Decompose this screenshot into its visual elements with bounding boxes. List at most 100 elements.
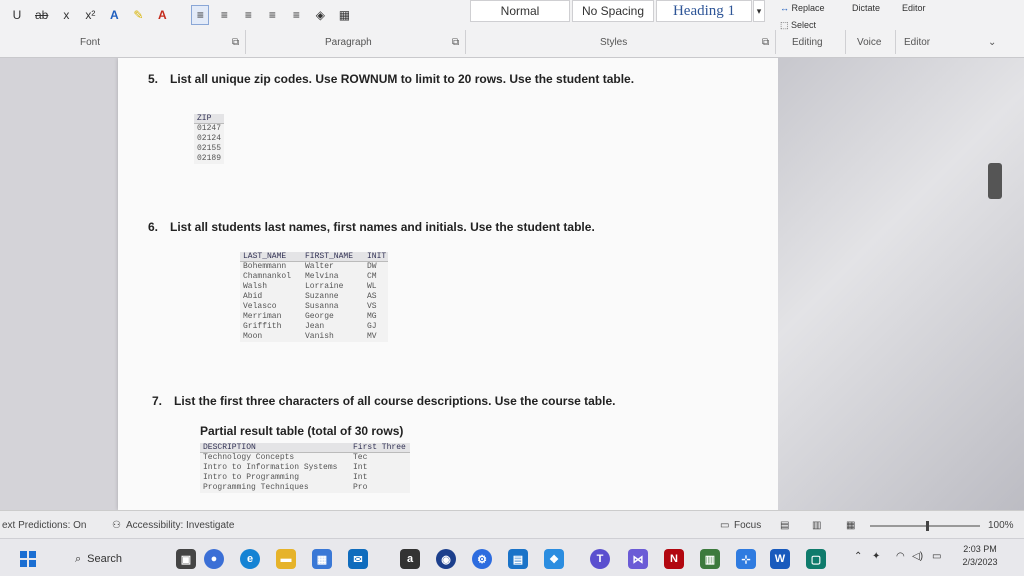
group-styles-label: Styles bbox=[600, 37, 628, 48]
align-right-button[interactable]: ≡ bbox=[239, 5, 257, 25]
paragraph-launcher-icon[interactable]: ⧉ bbox=[452, 37, 459, 48]
table-cell: GJ bbox=[367, 322, 377, 331]
align-left-button[interactable]: ≡ bbox=[191, 5, 210, 25]
settings-gear-icon[interactable]: ⚙ bbox=[472, 549, 492, 569]
editor-button[interactable]: Editor bbox=[902, 3, 926, 13]
select-button[interactable]: ⬚ Select bbox=[780, 20, 816, 31]
battery-icon[interactable]: ▭ bbox=[932, 551, 941, 562]
accessibility-icon[interactable]: ⚇ bbox=[112, 520, 121, 531]
table-cell: Tec bbox=[353, 453, 368, 462]
app-icon[interactable]: ▢ bbox=[806, 549, 826, 569]
chevron-up-icon[interactable]: ⌃ bbox=[854, 551, 862, 562]
table-cell: Moon bbox=[243, 332, 263, 341]
table-row: Bohemmann Walter DW bbox=[240, 262, 388, 272]
highlight-icon[interactable]: ✎ bbox=[129, 5, 147, 25]
document-page[interactable]: 5. List all unique zip codes. Use ROWNUM … bbox=[118, 58, 778, 510]
task-view-icon[interactable]: ▣ bbox=[176, 549, 196, 569]
table-cell: Programming Techniques bbox=[203, 483, 309, 492]
edge-icon[interactable]: e bbox=[240, 549, 260, 569]
taskbar-search[interactable]: ⌕ Search bbox=[75, 550, 165, 568]
question-6: 6. List all students last names, first na… bbox=[148, 220, 595, 234]
amazon-icon[interactable]: a bbox=[400, 549, 420, 569]
align-center-button[interactable]: ≡ bbox=[215, 5, 233, 25]
taskbar-clock[interactable]: 2:03 PM 2/3/2023 bbox=[950, 543, 1010, 569]
font-launcher-icon[interactable]: ⧉ bbox=[232, 37, 239, 48]
line-spacing-button[interactable]: ≡ bbox=[287, 5, 305, 25]
underline-button[interactable]: U bbox=[8, 5, 26, 25]
volume-icon[interactable]: ◁) bbox=[912, 551, 923, 562]
calendar-icon[interactable]: ▤ bbox=[508, 549, 528, 569]
replace-button[interactable]: ↔ Replace bbox=[780, 3, 825, 13]
print-layout-icon[interactable]: ▥ bbox=[812, 520, 821, 531]
read-mode-icon[interactable]: ▤ bbox=[780, 520, 789, 531]
photos-icon[interactable]: ❖ bbox=[544, 549, 564, 569]
visual-studio-icon[interactable]: ⋈ bbox=[628, 549, 648, 569]
chat-icon[interactable]: ● bbox=[204, 549, 224, 569]
tray-app-icon[interactable]: ✦ bbox=[872, 551, 880, 562]
dictate-button[interactable]: Dictate bbox=[852, 3, 880, 13]
windows-start-icon[interactable] bbox=[20, 551, 36, 567]
accessibility-status[interactable]: Accessibility: Investigate bbox=[126, 520, 234, 531]
style-no-spacing[interactable]: No Spacing bbox=[572, 0, 654, 22]
vertical-scrollbar-thumb[interactable] bbox=[988, 163, 1002, 199]
column-header: FIRST_NAME bbox=[305, 252, 354, 261]
table-cell: Lorraine bbox=[305, 282, 344, 291]
table-cell: Intro to Information Systems bbox=[203, 463, 338, 472]
table-cell: 01247 bbox=[197, 124, 222, 133]
netflix-icon[interactable]: N bbox=[664, 549, 684, 569]
zoom-level[interactable]: 100% bbox=[988, 520, 1014, 531]
text-effects-button[interactable]: A bbox=[105, 5, 123, 25]
table-row: Technology Concepts Tec bbox=[200, 453, 410, 463]
table-cell: Abid bbox=[243, 292, 263, 301]
text-predictions-status[interactable]: ext Predictions: On bbox=[2, 520, 86, 531]
mail-icon[interactable]: ✉ bbox=[348, 549, 368, 569]
table-cell: Velasco bbox=[243, 302, 277, 311]
divider bbox=[845, 30, 846, 54]
search-label: Search bbox=[87, 553, 123, 565]
table-cell: Griffith bbox=[243, 322, 282, 331]
focus-button[interactable]: Focus bbox=[734, 520, 761, 531]
teams-icon[interactable]: T bbox=[590, 549, 610, 569]
style-normal[interactable]: Normal bbox=[470, 0, 570, 22]
table-cell: Vanish bbox=[305, 332, 334, 341]
table-row: 02155 bbox=[194, 144, 224, 154]
wifi-icon[interactable]: ◠ bbox=[896, 551, 905, 562]
network-app-icon[interactable]: ⊹ bbox=[736, 549, 756, 569]
zoom-slider-thumb[interactable] bbox=[926, 521, 929, 531]
style-heading-1[interactable]: Heading 1 bbox=[656, 0, 752, 22]
zoom-slider[interactable] bbox=[870, 525, 980, 527]
styles-scroll-icon[interactable]: ▾ bbox=[753, 0, 765, 22]
question-7: 7. List the first three characters of all… bbox=[152, 394, 615, 408]
file-explorer-icon[interactable]: ▬ bbox=[276, 549, 296, 569]
group-editing-label: Editing bbox=[792, 37, 823, 48]
table-cell: Pro bbox=[353, 483, 368, 492]
table-row: 01247 bbox=[194, 124, 224, 134]
word-icon[interactable]: W bbox=[770, 549, 790, 569]
superscript-button[interactable]: x² bbox=[81, 5, 99, 25]
ribbon-group-labels: Font ⧉ Paragraph ⧉ Styles ⧉ Editing Voic… bbox=[0, 37, 1024, 53]
table-row: Chamnankol Melvina CM bbox=[240, 272, 388, 282]
spreadsheet-app-icon[interactable]: ▥ bbox=[700, 549, 720, 569]
justify-button[interactable]: ≡ bbox=[263, 5, 281, 25]
divider bbox=[465, 30, 466, 54]
borders-icon[interactable]: ▦ bbox=[335, 5, 353, 25]
store-icon[interactable]: ▦ bbox=[312, 549, 332, 569]
focus-icon[interactable]: ▭ bbox=[720, 520, 729, 531]
shading-icon[interactable]: ◈ bbox=[311, 5, 329, 25]
table-cell: Bohemmann bbox=[243, 262, 287, 271]
styles-launcher-icon[interactable]: ⧉ bbox=[762, 37, 769, 48]
partial-result-title: Partial result table (total of 30 rows) bbox=[200, 424, 404, 438]
strikethrough-button[interactable]: ab bbox=[32, 5, 51, 25]
taskbar: ⌕ Search ▣ ● e ▬ ▦ ✉ a ◉ ⚙ ▤ ❖ T ⋈ N ▥ ⊹… bbox=[0, 538, 1024, 576]
table-row: Intro to Programming Int bbox=[200, 473, 410, 483]
table-cell: Chamnankol bbox=[243, 272, 292, 281]
camera-icon[interactable]: ◉ bbox=[436, 549, 456, 569]
table-cell: CM bbox=[367, 272, 377, 281]
collapse-ribbon-icon[interactable]: ⌄ bbox=[988, 37, 996, 48]
group-voice-label: Voice bbox=[857, 37, 882, 48]
subscript-button[interactable]: x bbox=[57, 5, 75, 25]
font-color-button[interactable]: A bbox=[153, 5, 171, 25]
clock-time: 2:03 PM bbox=[963, 544, 997, 554]
status-bar: ext Predictions: On ⚇ Accessibility: Inv… bbox=[0, 510, 1024, 538]
web-layout-icon[interactable]: ▦ bbox=[846, 520, 855, 531]
